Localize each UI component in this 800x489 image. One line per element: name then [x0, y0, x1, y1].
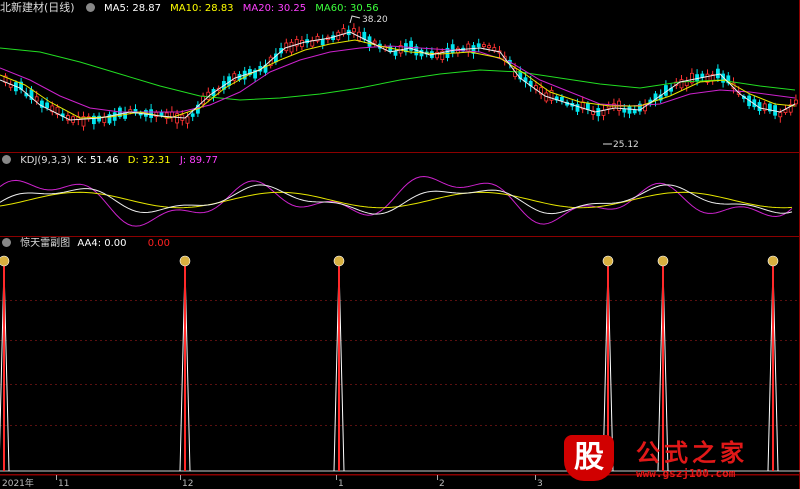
money-bag-icon	[179, 255, 191, 267]
axis-label-2: 2	[439, 479, 445, 489]
ma10-line	[0, 39, 796, 119]
candle-body	[492, 47, 497, 51]
money-bag-icon	[602, 255, 614, 267]
kdj-d-line	[0, 191, 793, 209]
candle-body	[45, 102, 49, 109]
candle-body	[627, 106, 632, 114]
money-bag-icon	[657, 255, 669, 267]
candle-body	[596, 108, 601, 117]
watermark: 股 公式之家 www.gszj100.com	[556, 433, 796, 485]
moving-average-lines	[0, 31, 796, 121]
axis-label-12: 12	[182, 479, 193, 489]
candle-body	[351, 28, 356, 33]
candle-body	[586, 103, 590, 110]
watermark-url: www.gszj100.com	[636, 467, 736, 480]
candle-body	[632, 109, 637, 114]
candle-body	[185, 116, 190, 124]
candle-body	[34, 96, 39, 102]
ma20-line	[0, 45, 796, 113]
candle-body	[320, 39, 325, 46]
candle-body	[700, 73, 705, 78]
candle-body	[794, 99, 798, 105]
candle-body	[289, 41, 294, 53]
low-price-marker: 25.12	[603, 140, 639, 150]
watermark-name: 公式之家	[636, 439, 748, 467]
candle-body	[560, 96, 564, 101]
svg-text:38.20: 38.20	[362, 15, 388, 25]
candle-body	[372, 40, 377, 44]
candle-body	[664, 85, 668, 96]
axis-label-11: 11	[58, 479, 69, 489]
chart-canvas[interactable]: 38.20 25.12 2021年 11 12 1 2 3	[0, 0, 800, 489]
ma5-line	[0, 31, 796, 121]
candle-body	[476, 43, 481, 48]
signal-gridlines	[0, 300, 800, 426]
money-bag-icon	[767, 255, 779, 267]
candle-body	[450, 44, 455, 54]
candle-body	[622, 108, 627, 113]
axis-label-3: 3	[537, 479, 543, 489]
candle-body	[601, 109, 606, 116]
candle-body	[716, 68, 720, 79]
ma60-line	[0, 47, 796, 101]
svg-text:25.12: 25.12	[613, 140, 639, 150]
high-price-marker: 38.20	[349, 15, 388, 25]
candle-body	[159, 112, 164, 116]
kdj-j-line	[0, 176, 793, 227]
candle-body	[487, 45, 492, 49]
money-bag-icon	[0, 255, 10, 267]
candle-body	[190, 113, 195, 117]
kdj-lines	[0, 176, 793, 227]
candle-body	[778, 112, 783, 118]
candle-body	[679, 79, 684, 89]
watermark-logo: 股	[564, 435, 614, 481]
candle-body	[466, 43, 471, 52]
money-bag-icon	[333, 255, 345, 267]
axis-label-2021: 2021年	[2, 477, 34, 489]
axis-label-1: 1	[338, 479, 344, 489]
candle-body	[481, 44, 486, 48]
